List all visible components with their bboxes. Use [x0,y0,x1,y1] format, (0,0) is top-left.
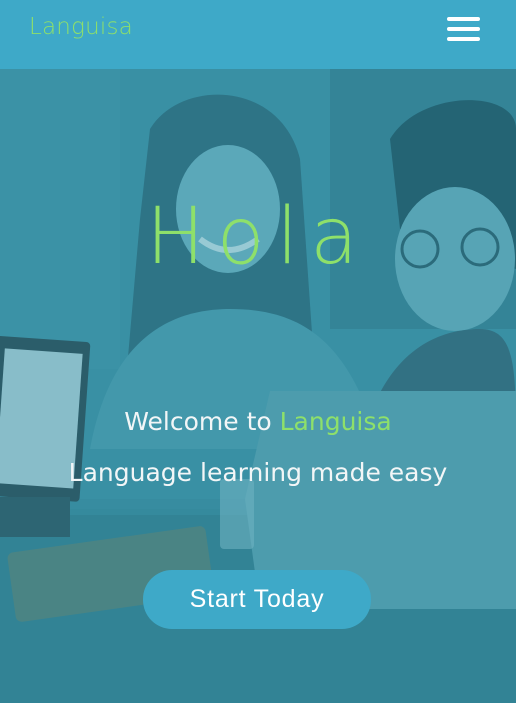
menu-bar-top [447,17,480,21]
landing-page: Languisa Hola Welcome to Languisa Langua… [0,0,516,703]
hero-section: Hola Welcome to Languisa Language learni… [0,69,516,703]
menu-bar-middle [447,27,480,31]
welcome-brand: Languisa [279,407,392,436]
brand-logo[interactable]: Languisa [29,14,133,40]
welcome-prefix: Welcome to [124,407,280,436]
hero-tagline: Language learning made easy [68,458,448,487]
hamburger-menu-icon[interactable] [447,16,480,43]
menu-bar-bottom [447,37,480,41]
welcome-text: Welcome to Languisa [0,407,516,436]
start-today-button[interactable]: Start Today [143,570,371,629]
top-navbar: Languisa [0,0,516,69]
hero-greeting: Hola [146,192,370,282]
